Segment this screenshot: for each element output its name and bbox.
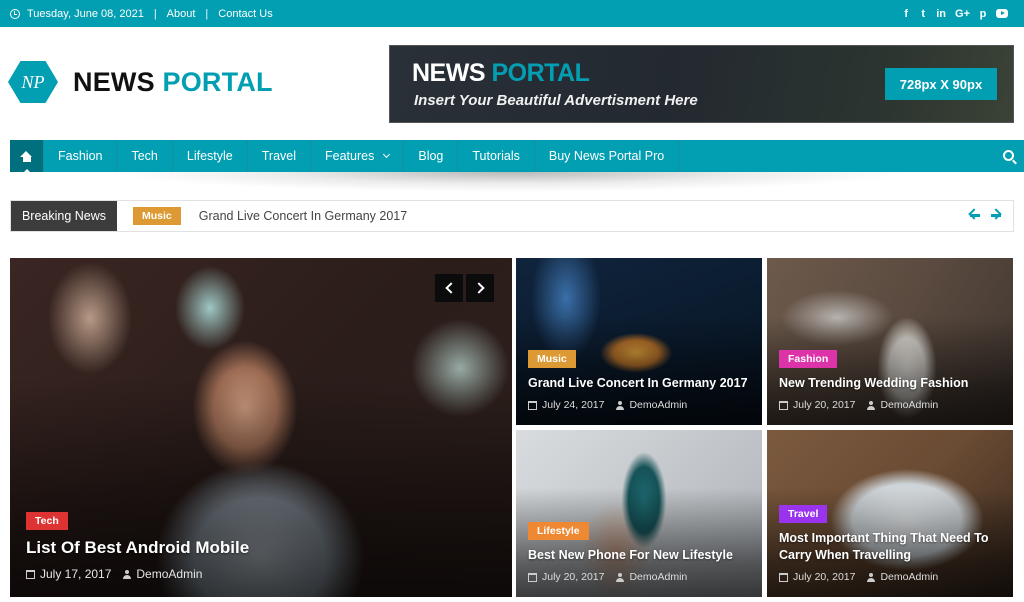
breaking-news-ticker: Breaking News Music Grand Live Concert I… <box>10 200 1014 232</box>
google-plus-icon[interactable]: G+ <box>955 8 970 20</box>
ticker-category-badge[interactable]: Music <box>133 207 181 225</box>
post-date[interactable]: July 20, 2017 <box>793 571 855 583</box>
nav-label: Tech <box>131 149 158 163</box>
site-title: NEWS PORTAL <box>73 67 273 98</box>
twitter-icon[interactable]: t <box>919 8 927 20</box>
user-icon <box>867 572 876 582</box>
main-navigation: Fashion Tech Lifestyle Travel Features B… <box>10 140 1024 173</box>
post-author[interactable]: DemoAdmin <box>629 399 687 411</box>
post-date[interactable]: July 24, 2017 <box>542 399 604 411</box>
chevron-down-icon <box>383 150 391 158</box>
user-icon <box>867 400 876 410</box>
breaking-news-label: Breaking News <box>11 201 117 231</box>
nav-shadow <box>110 172 910 192</box>
nav-label: Tutorials <box>472 149 520 163</box>
post-title[interactable]: Best New Phone For New Lifestyle <box>528 547 752 564</box>
site-title-word2: PORTAL <box>162 66 273 97</box>
pinterest-icon[interactable]: p <box>979 8 987 20</box>
calendar-icon <box>26 569 35 579</box>
ad-tagline: Insert Your Beautiful Advertisment Here <box>414 92 698 109</box>
slider-next-button[interactable] <box>466 274 494 302</box>
user-icon <box>616 400 625 410</box>
post-title[interactable]: List Of Best Android Mobile <box>26 537 502 559</box>
category-badge[interactable]: Music <box>528 350 576 368</box>
nav-home[interactable] <box>10 140 44 173</box>
post-author[interactable]: DemoAdmin <box>629 571 687 583</box>
linkedin-icon[interactable]: in <box>936 8 946 20</box>
top-bar: Tuesday, June 08, 2021 | About | Contact… <box>0 0 1024 27</box>
calendar-icon <box>779 400 788 410</box>
advertisement-banner[interactable]: NEWS PORTAL Insert Your Beautiful Advert… <box>389 45 1014 123</box>
post-author[interactable]: DemoAdmin <box>880 571 938 583</box>
nav-item-fashion[interactable]: Fashion <box>44 140 118 172</box>
ad-size-badge: 728px X 90px <box>885 68 997 100</box>
nav-item-blog[interactable]: Blog <box>404 140 459 172</box>
nav-label: Features <box>325 149 375 163</box>
nav-item-features[interactable]: Features <box>311 140 405 172</box>
featured-card[interactable]: Fashion New Trending Wedding Fashion Jul… <box>767 258 1013 425</box>
category-badge[interactable]: Lifestyle <box>528 522 589 540</box>
nav-item-lifestyle[interactable]: Lifestyle <box>173 140 248 172</box>
clock-icon <box>10 8 20 19</box>
post-date[interactable]: July 20, 2017 <box>793 399 855 411</box>
post-title[interactable]: Grand Live Concert In Germany 2017 <box>528 375 752 392</box>
featured-card[interactable]: Lifestyle Best New Phone For New Lifesty… <box>516 430 762 597</box>
facebook-icon[interactable]: f <box>902 8 910 20</box>
nav-item-travel[interactable]: Travel <box>248 140 312 172</box>
search-icon[interactable] <box>1003 150 1014 161</box>
category-badge[interactable]: Fashion <box>779 350 838 368</box>
post-author[interactable]: DemoAdmin <box>880 399 938 411</box>
calendar-icon <box>528 400 537 410</box>
site-title-word1: NEWS <box>73 66 155 97</box>
ad-title-word2: PORTAL <box>491 59 590 87</box>
user-icon <box>123 569 132 579</box>
social-links: f t in G+ p <box>902 0 1008 27</box>
category-badge[interactable]: Tech <box>26 512 68 530</box>
calendar-icon <box>528 572 537 582</box>
post-date[interactable]: July 17, 2017 <box>40 567 111 581</box>
site-logo[interactable]: NP NEWS PORTAL <box>8 61 273 103</box>
current-date: Tuesday, June 08, 2021 <box>27 7 144 20</box>
nav-label: Fashion <box>58 149 103 163</box>
post-date[interactable]: July 20, 2017 <box>542 571 604 583</box>
post-title[interactable]: New Trending Wedding Fashion <box>779 375 1003 392</box>
nav-label: Travel <box>261 149 297 163</box>
divider: | <box>153 7 157 20</box>
featured-slide[interactable]: Tech List Of Best Android Mobile July 17… <box>10 258 512 597</box>
nav-item-tech[interactable]: Tech <box>117 140 173 172</box>
about-link[interactable]: About <box>167 8 196 20</box>
nav-label: Lifestyle <box>186 149 233 163</box>
ad-title: NEWS PORTAL <box>412 59 590 88</box>
arrow-left-icon[interactable] <box>969 209 980 221</box>
youtube-icon[interactable] <box>996 9 1008 18</box>
logo-mark: NP <box>8 61 58 103</box>
calendar-icon <box>779 572 788 582</box>
ticker-headline[interactable]: Grand Live Concert In Germany 2017 <box>199 209 407 223</box>
ad-title-word1: NEWS <box>412 59 486 87</box>
nav-item-buy-pro[interactable]: Buy News Portal Pro <box>535 140 680 172</box>
contact-us-link[interactable]: Contact Us <box>218 8 272 20</box>
post-title[interactable]: Most Important Thing That Need To Carry … <box>779 530 1003 564</box>
user-icon <box>616 572 625 582</box>
home-icon <box>20 150 33 162</box>
nav-label: Buy News Portal Pro <box>548 149 665 163</box>
arrow-right-icon[interactable] <box>990 209 1001 221</box>
featured-card[interactable]: Travel Most Important Thing That Need To… <box>767 430 1013 597</box>
post-author[interactable]: DemoAdmin <box>136 567 202 581</box>
divider: | <box>205 7 209 20</box>
slider-prev-button[interactable] <box>435 274 463 302</box>
nav-item-tutorials[interactable]: Tutorials <box>458 140 535 172</box>
featured-card[interactable]: Music Grand Live Concert In Germany 2017… <box>516 258 762 425</box>
category-badge[interactable]: Travel <box>779 505 828 523</box>
nav-label: Blog <box>418 149 444 163</box>
